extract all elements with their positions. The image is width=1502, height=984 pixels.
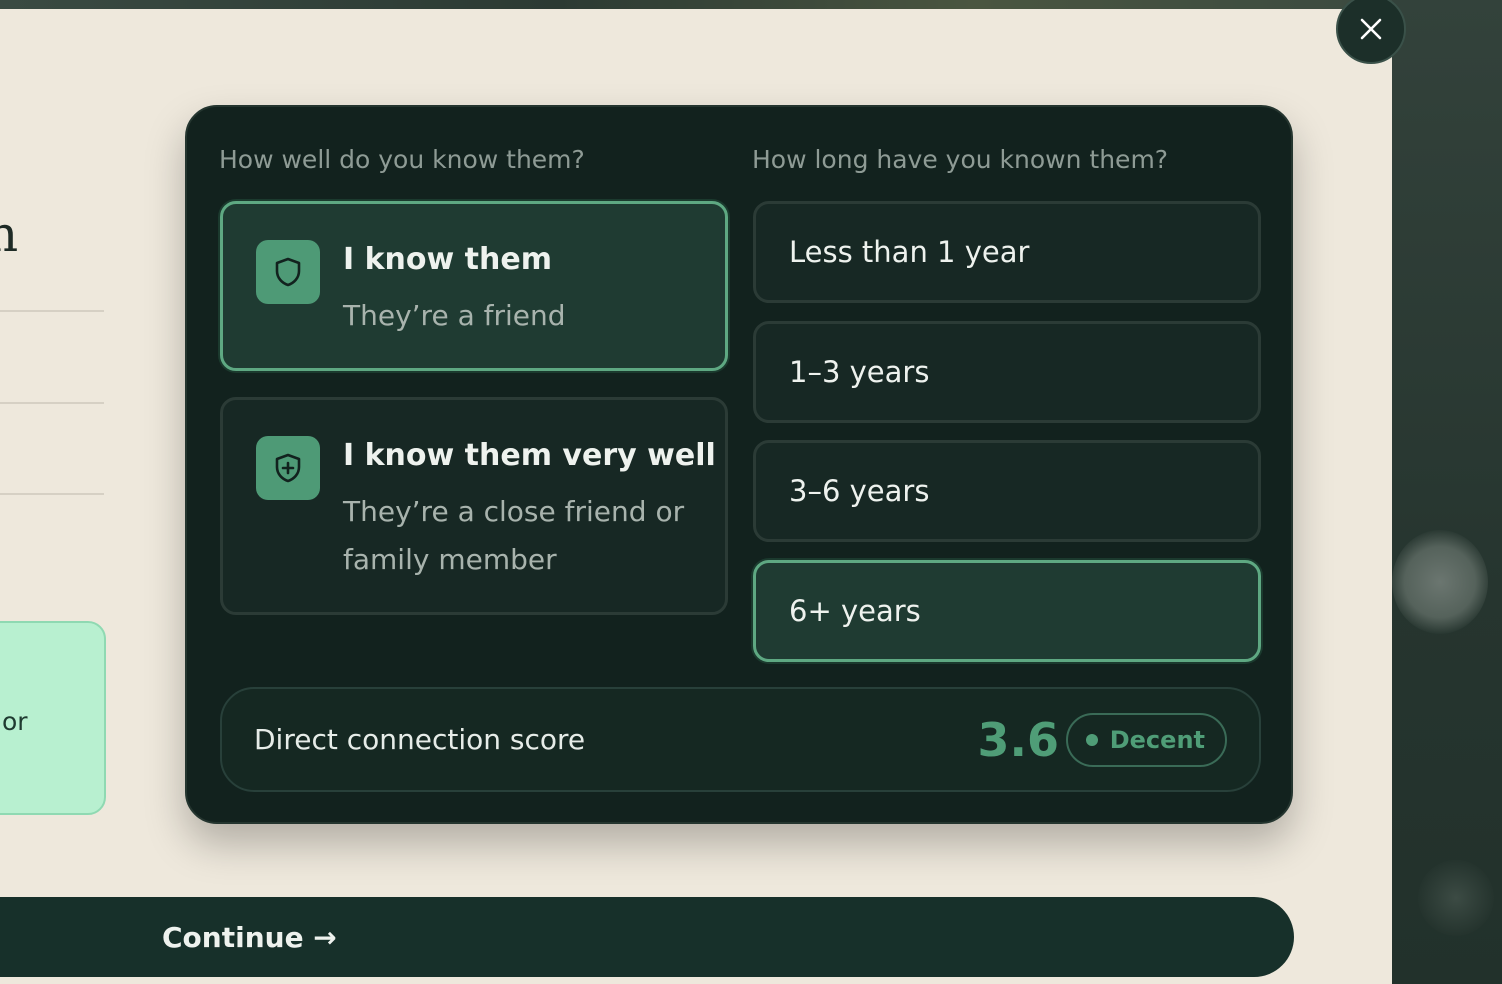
background-option-card: or: [0, 621, 106, 815]
duration-option-3-6-years[interactable]: 3–6 years: [753, 440, 1261, 542]
divider: [0, 310, 104, 312]
option-title: I know them: [343, 242, 552, 277]
divider: [0, 493, 104, 495]
duration-option-less-than-1-year[interactable]: Less than 1 year: [753, 201, 1261, 303]
score-rating-text: Decent: [1109, 726, 1205, 754]
partial-heading-glyph: n: [0, 205, 19, 263]
status-dot-icon: [1085, 734, 1098, 746]
duration-option-label: Less than 1 year: [789, 235, 1030, 269]
backdrop-blur-shape: [1418, 860, 1494, 936]
score-rating-badge: Decent: [1065, 713, 1227, 767]
duration-question: How long have you known them?: [752, 145, 1169, 174]
score-value: 3.6: [977, 712, 1060, 767]
duration-option-6-plus-years[interactable]: 6+ years: [753, 560, 1261, 662]
connection-score-bar: Direct connection score 3.6 Decent: [220, 687, 1261, 792]
option-subtitle: They’re a friend: [343, 299, 566, 332]
modal-sheet: n or How well do you know them? How long…: [0, 9, 1392, 984]
familiarity-option-know-them[interactable]: I know them They’re a friend: [220, 201, 728, 371]
duration-option-label: 6+ years: [789, 594, 921, 628]
score-label: Direct connection score: [254, 723, 586, 756]
close-icon: [1360, 18, 1382, 40]
shield-icon: [256, 240, 320, 304]
backdrop-top-strip: [0, 0, 1392, 9]
divider: [0, 402, 104, 404]
connection-panel: How well do you know them? How long have…: [185, 105, 1293, 824]
duration-option-1-3-years[interactable]: 1–3 years: [753, 321, 1261, 423]
familiarity-question: How well do you know them?: [219, 145, 585, 174]
continue-button[interactable]: Continue →: [0, 897, 1294, 977]
duration-option-label: 3–6 years: [789, 474, 930, 508]
background-card-text: or: [2, 707, 28, 736]
option-subtitle: They’re a close friend or family member: [343, 495, 685, 576]
backdrop-blur-shape: [1392, 530, 1488, 634]
duration-option-label: 1–3 years: [789, 355, 930, 389]
option-title: I know them very well: [343, 438, 716, 473]
familiarity-option-know-very-well[interactable]: I know them very well They’re a close fr…: [220, 397, 728, 615]
shield-plus-icon: [256, 436, 320, 500]
